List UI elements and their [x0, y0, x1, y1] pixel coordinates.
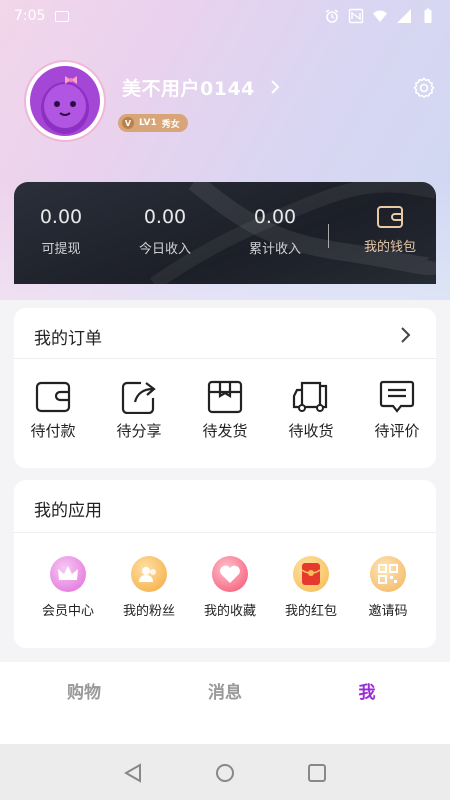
order-pending-review[interactable]: 待评价 [362, 380, 432, 441]
battery-icon [424, 8, 432, 23]
order-label: 待发货 [202, 422, 248, 440]
app-invite-code[interactable]: 邀请码 [350, 556, 426, 619]
settings-gear-icon[interactable] [412, 76, 436, 100]
status-time: 7:05 [14, 8, 46, 24]
status-bar: 7:05 [0, 0, 450, 32]
app-my-red-envelope[interactable]: 我的红包 [273, 556, 349, 619]
order-pending-share[interactable]: 待分享 [104, 380, 174, 441]
wallet-stat-withdrawable[interactable]: 0.00 可提现 [16, 206, 106, 257]
order-pending-receipt[interactable]: 待收货 [276, 380, 346, 441]
order-label: 待分享 [116, 422, 162, 440]
app-member-center[interactable]: 会员中心 [30, 556, 106, 619]
apps-title: 我的应用 [34, 501, 102, 521]
tab-me[interactable]: 我 [327, 678, 407, 703]
today-income-label: 今日收入 [138, 242, 191, 257]
app-label: 我的粉丝 [122, 604, 175, 619]
today-income-value: 0.00 [143, 206, 187, 228]
share-icon [121, 381, 156, 414]
truck-icon [292, 381, 328, 412]
avatar[interactable] [24, 60, 106, 142]
tab-messages[interactable]: 消息 [185, 678, 265, 703]
wallet-card: 0.00 可提现 0.00 今日收入 0.00 累计收入 我的钱包 [14, 182, 436, 284]
red-envelope-icon [293, 556, 329, 592]
home-icon[interactable] [214, 762, 236, 784]
total-income-label: 累计收入 [248, 242, 301, 257]
app-label: 邀请码 [368, 604, 408, 619]
divider [14, 358, 436, 359]
withdrawable-label: 可提现 [41, 242, 81, 257]
fans-icon [131, 556, 167, 592]
back-icon[interactable] [122, 762, 144, 784]
level-badge: V LV1 秀女 [118, 114, 188, 132]
chevron-right-icon[interactable] [398, 326, 414, 344]
level-text: LV1 [139, 118, 157, 128]
orders-card: 我的订单 待付款 待分享 待发货 待收货 待评价 [14, 308, 436, 468]
app-label: 会员中心 [41, 604, 94, 619]
comment-icon [379, 380, 415, 413]
tab-shopping[interactable]: 购物 [44, 678, 124, 703]
alarm-icon [325, 9, 339, 23]
my-wallet-label: 我的钱包 [363, 240, 416, 255]
order-pending-payment[interactable]: 待付款 [18, 380, 88, 441]
username[interactable]: 美不用户0144 [122, 74, 255, 101]
level-v-icon: V [122, 117, 134, 129]
divider [14, 532, 436, 533]
wallet-icon [35, 381, 71, 413]
order-label: 待收货 [288, 422, 334, 440]
my-wallet-button[interactable]: 我的钱包 [350, 204, 430, 255]
level-title: 秀女 [161, 119, 180, 130]
order-label: 待评价 [374, 422, 420, 440]
orders-title: 我的订单 [34, 329, 102, 349]
bottom-tab-bar: 购物 消息 我 [0, 662, 450, 744]
chevron-right-icon[interactable] [266, 78, 284, 96]
nfc-icon [348, 8, 364, 24]
app-my-fans[interactable]: 我的粉丝 [111, 556, 187, 619]
wallet-stat-total-income[interactable]: 0.00 累计收入 [230, 206, 320, 257]
crown-icon [50, 556, 86, 592]
heart-icon [212, 556, 248, 592]
app-label: 我的收藏 [203, 604, 256, 619]
wallet-stat-today-income[interactable]: 0.00 今日收入 [120, 206, 210, 257]
wifi-icon [373, 10, 387, 22]
signal-icon [397, 9, 411, 23]
gallery-notification-icon [55, 10, 70, 22]
system-navigation-bar [0, 744, 450, 800]
apps-card: 我的应用 会员中心 我的粉丝 我的收藏 我的红包 邀请码 [14, 480, 436, 648]
app-my-favorites[interactable]: 我的收藏 [192, 556, 268, 619]
box-icon [207, 380, 243, 414]
total-income-value: 0.00 [253, 206, 297, 228]
recents-icon[interactable] [306, 762, 328, 784]
qr-code-icon [370, 556, 406, 592]
withdrawable-value: 0.00 [39, 206, 83, 228]
avatar-image [30, 66, 100, 136]
wallet-divider [328, 224, 329, 248]
order-label: 待付款 [30, 422, 76, 440]
app-label: 我的红包 [284, 604, 337, 619]
order-pending-shipment[interactable]: 待发货 [190, 380, 260, 441]
wallet-icon [377, 206, 403, 228]
